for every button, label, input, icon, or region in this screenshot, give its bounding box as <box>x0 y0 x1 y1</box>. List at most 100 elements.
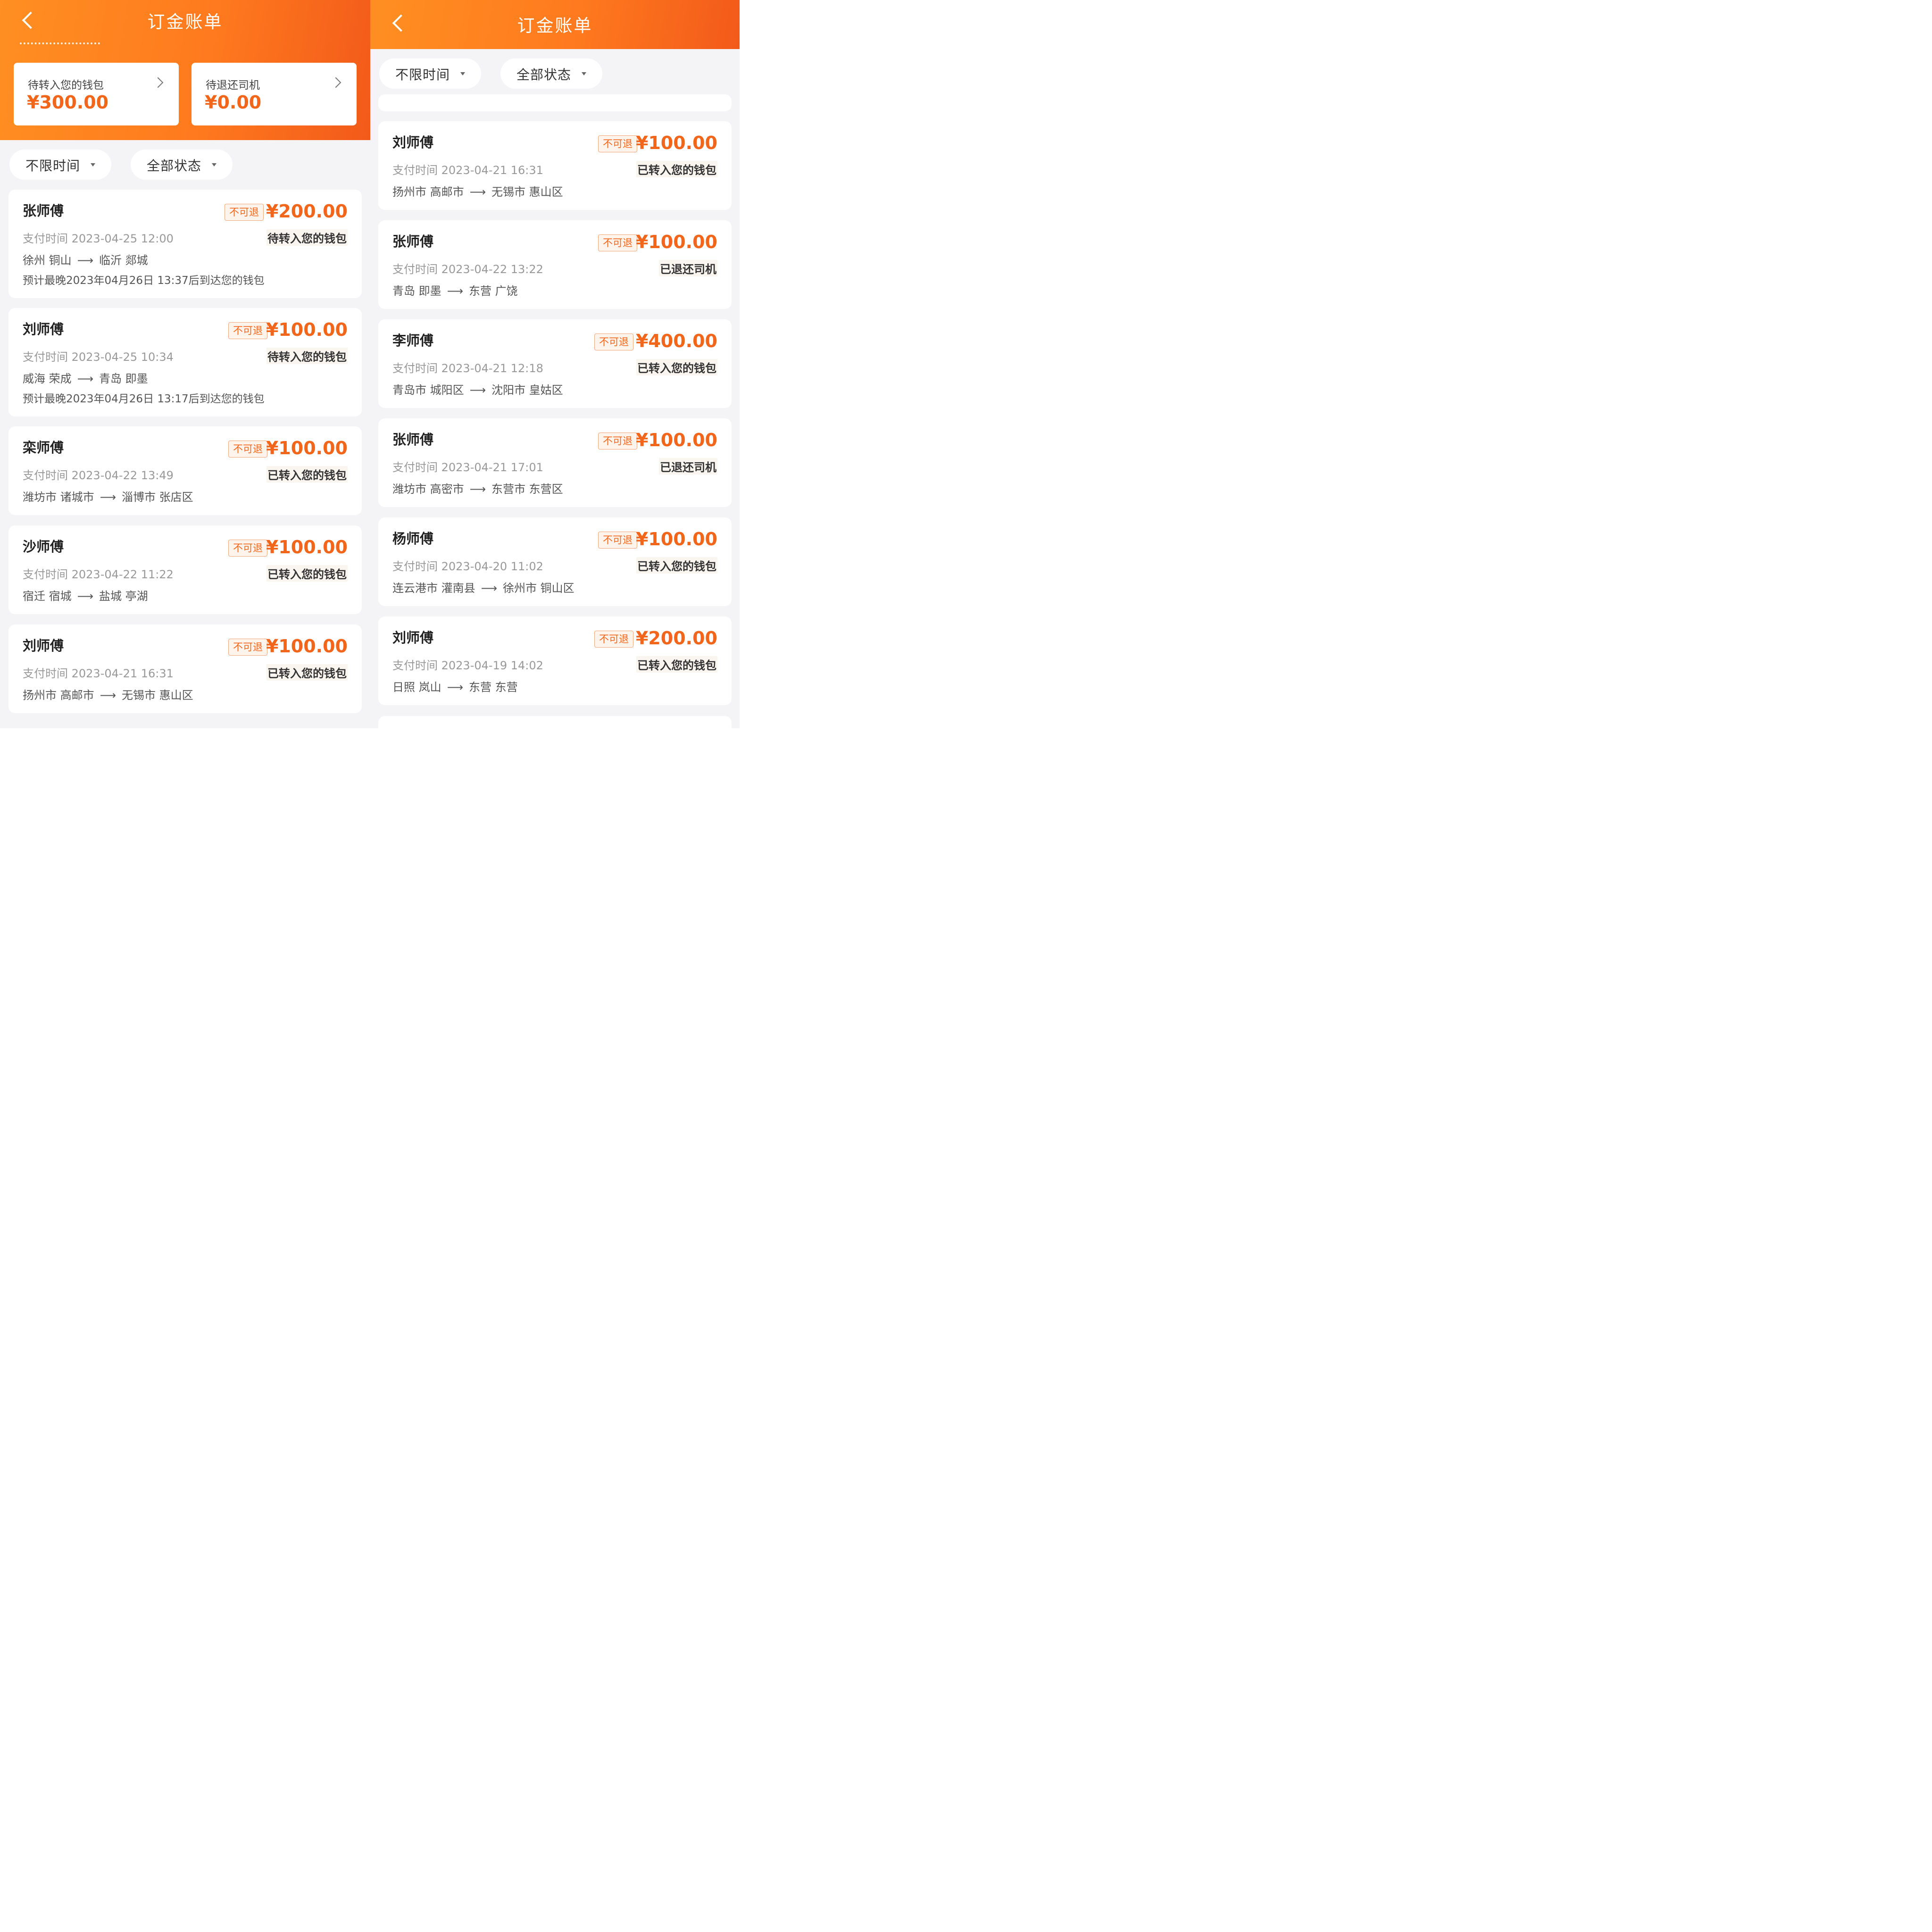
arrival-estimate: 预计最晚2023年04月26日 13:37后到达您的钱包 <box>23 275 265 287</box>
arrow-right-icon: ⟶ <box>77 254 94 267</box>
deposit-amount: ¥100.00 <box>635 430 717 450</box>
non-refundable-badge: 不可退 <box>598 234 637 251</box>
record-card[interactable]: 杨师傅 不可退 ¥100.00 支付时间 2023-04-20 11:02 已转… <box>378 517 732 606</box>
pending-refund-amount: ¥0.00 <box>205 92 262 113</box>
pay-time: 支付时间 2023-04-20 11:02 <box>392 560 543 573</box>
arrow-right-icon: ⟶ <box>447 681 464 694</box>
route: 潍坊市 诸城市 ⟶ 淄博市 张店区 <box>23 488 193 504</box>
caret-down-icon <box>582 72 586 75</box>
driver-name: 刘师傅 <box>392 630 434 646</box>
non-refundable-badge: 不可退 <box>228 540 267 557</box>
pay-time: 支付时间 2023-04-25 10:34 <box>23 350 174 364</box>
record-status: 待转入您的钱包 <box>266 229 348 246</box>
deposit-amount: ¥200.00 <box>635 628 717 649</box>
route-from: 青岛 即墨 <box>392 284 441 298</box>
pending-wallet-card[interactable]: 待转入您的钱包 ¥300.00 <box>14 63 179 125</box>
record-status: 已转入您的钱包 <box>636 359 717 375</box>
route-from: 扬州市 高邮市 <box>23 689 94 702</box>
arrival-estimate: 预计最晚2023年04月26日 13:17后到达您的钱包 <box>23 393 265 405</box>
decorative-dots <box>20 42 100 44</box>
route-from: 宿迁 宿城 <box>23 590 72 603</box>
caret-down-icon <box>91 163 95 167</box>
route-from: 徐州 铜山 <box>23 254 72 267</box>
route-from: 威海 荣成 <box>23 372 72 385</box>
pay-time: 支付时间 2023-04-25 12:00 <box>23 232 174 245</box>
left-screen: 订金账单 待转入您的钱包 ¥300.00 待退还司机 ¥0.00 不限时间 全部… <box>0 0 370 728</box>
route-to: 临沂 郯城 <box>99 254 148 267</box>
driver-name: 杨师傅 <box>392 531 434 547</box>
right-screen: 订金账单 不限时间 全部状态 刘师傅 不可退 ¥100.00 支付时间 2023… <box>370 0 740 728</box>
route: 扬州市 高邮市 ⟶ 无锡市 惠山区 <box>23 686 193 702</box>
record-card[interactable]: 张师傅 不可退 ¥200.00 支付时间 2023-04-25 12:00 待转… <box>8 190 362 298</box>
driver-name: 张师傅 <box>23 203 64 219</box>
driver-name: 沙师傅 <box>23 539 64 555</box>
non-refundable-badge: 不可退 <box>228 639 267 656</box>
status-filter[interactable]: 全部状态 <box>500 58 602 89</box>
non-refundable-badge: 不可退 <box>598 532 637 549</box>
deposit-amount: ¥100.00 <box>266 636 348 657</box>
record-status: 已转入您的钱包 <box>636 161 717 177</box>
deposit-amount: ¥200.00 <box>266 201 348 222</box>
record-card[interactable]: 刘师傅 不可退 ¥100.00 支付时间 2023-04-21 16:31 已转… <box>378 121 732 210</box>
record-card[interactable]: 张师傅 不可退 ¥100.00 支付时间 2023-04-22 13:22 已退… <box>378 220 732 309</box>
pay-time: 支付时间 2023-04-21 17:01 <box>392 461 543 474</box>
header: 订金账单 <box>370 0 740 49</box>
caret-down-icon <box>212 163 217 167</box>
route: 青岛市 城阳区 ⟶ 沈阳市 皇姑区 <box>392 381 563 397</box>
pending-refund-card[interactable]: 待退还司机 ¥0.00 <box>192 63 357 125</box>
header: 订金账单 待转入您的钱包 ¥300.00 待退还司机 ¥0.00 <box>0 0 370 140</box>
pay-time: 支付时间 2023-04-22 13:22 <box>392 263 543 276</box>
record-card[interactable]: 张师傅 不可退 ¥100.00 支付时间 2023-04-21 17:01 已退… <box>378 418 732 507</box>
route: 潍坊市 高密市 ⟶ 东营市 东营区 <box>392 480 563 496</box>
record-card[interactable]: 沙师傅 不可退 ¥100.00 支付时间 2023-04-22 11:22 已转… <box>8 525 362 614</box>
record-card[interactable]: 刘师傅 不可退 ¥100.00 支付时间 2023-04-21 16:31 已转… <box>8 625 362 713</box>
route-to: 淄博市 张店区 <box>122 491 193 504</box>
status-filter[interactable]: 全部状态 <box>131 150 233 180</box>
deposit-amount: ¥100.00 <box>635 232 717 252</box>
time-filter-label: 不限时间 <box>395 67 450 83</box>
route-to: 无锡市 惠山区 <box>491 185 563 199</box>
record-card[interactable]: 李师傅 不可退 ¥400.00 支付时间 2023-04-21 12:18 已转… <box>378 319 732 408</box>
driver-name: 刘师傅 <box>23 321 64 337</box>
time-filter[interactable]: 不限时间 <box>379 58 481 89</box>
page-title: 订金账单 <box>147 12 223 32</box>
route-to: 青岛 即墨 <box>99 372 148 385</box>
pay-time: 支付时间 2023-04-22 11:22 <box>23 568 174 581</box>
pending-refund-label: 待退还司机 <box>206 79 260 92</box>
chevron-right-icon <box>152 77 164 88</box>
route-to: 徐州市 铜山区 <box>503 582 575 595</box>
non-refundable-badge: 不可退 <box>228 441 267 458</box>
pay-time: 支付时间 2023-04-21 12:18 <box>392 362 543 375</box>
time-filter[interactable]: 不限时间 <box>9 150 111 180</box>
pending-wallet-label: 待转入您的钱包 <box>28 79 104 92</box>
record-card[interactable]: 栾师傅 不可退 ¥100.00 支付时间 2023-04-22 13:49 已转… <box>8 426 362 515</box>
route-from: 扬州市 高邮市 <box>392 185 464 199</box>
route: 日照 岚山 ⟶ 东营 东营 <box>392 678 518 694</box>
chevron-right-icon <box>330 77 341 88</box>
driver-name: 刘师傅 <box>23 638 64 654</box>
pay-time: 支付时间 2023-04-21 16:31 <box>23 667 174 680</box>
deposit-amount: ¥100.00 <box>635 529 717 550</box>
arrow-right-icon: ⟶ <box>481 582 498 595</box>
deposit-amount: ¥100.00 <box>266 537 348 558</box>
record-card-partial <box>378 94 732 111</box>
arrow-right-icon: ⟶ <box>469 483 486 496</box>
status-filter-label: 全部状态 <box>147 158 202 174</box>
non-refundable-badge: 不可退 <box>228 322 267 339</box>
record-card[interactable]: 刘师傅 不可退 ¥100.00 支付时间 2023-04-25 10:34 待转… <box>8 308 362 416</box>
record-card[interactable]: 刘师傅 不可退 ¥200.00 支付时间 2023-04-19 14:02 已转… <box>378 616 732 705</box>
route-from: 潍坊市 诸城市 <box>23 491 94 504</box>
arrow-right-icon: ⟶ <box>77 372 94 385</box>
route-from: 连云港市 灌南县 <box>392 582 475 595</box>
driver-name: 张师傅 <box>392 432 434 448</box>
pay-time: 支付时间 2023-04-19 14:02 <box>392 659 543 672</box>
arrow-right-icon: ⟶ <box>469 185 486 199</box>
route-to: 无锡市 惠山区 <box>122 689 193 702</box>
route: 青岛 即墨 ⟶ 东营 广饶 <box>392 282 518 298</box>
route: 扬州市 高邮市 ⟶ 无锡市 惠山区 <box>392 183 563 199</box>
pay-time: 支付时间 2023-04-21 16:31 <box>392 164 543 177</box>
non-refundable-badge: 不可退 <box>594 333 633 350</box>
driver-name: 栾师傅 <box>23 440 64 456</box>
route: 连云港市 灌南县 ⟶ 徐州市 铜山区 <box>392 579 575 595</box>
arrow-right-icon: ⟶ <box>469 383 486 397</box>
